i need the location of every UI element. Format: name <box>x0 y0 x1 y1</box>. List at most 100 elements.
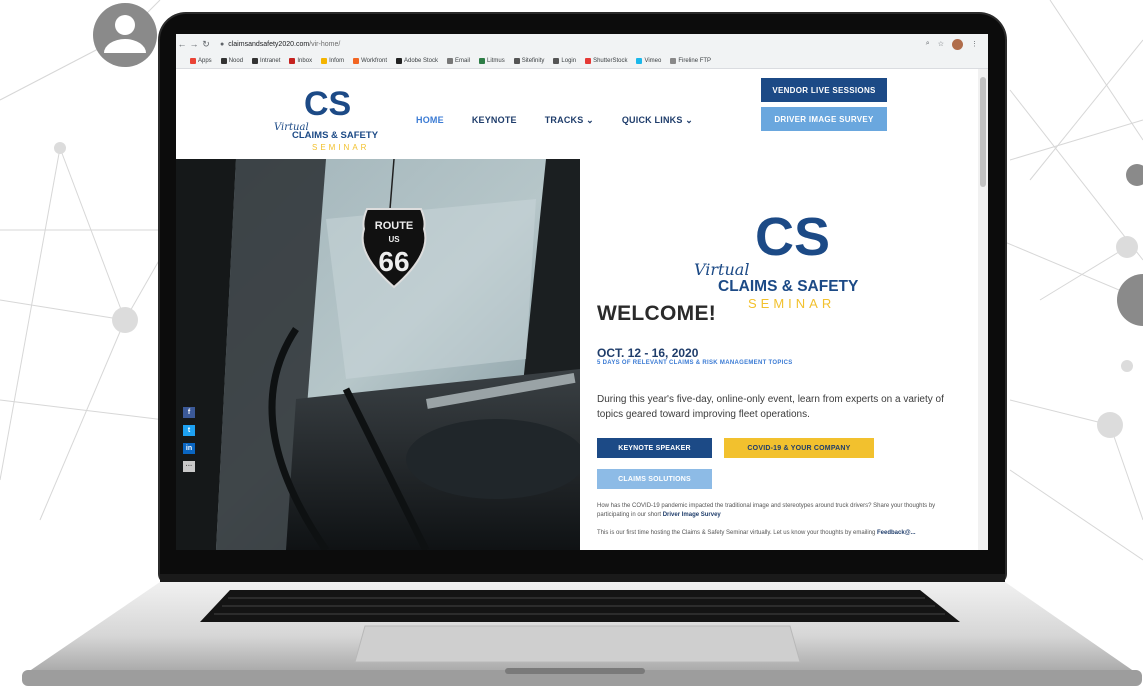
bookmark-item[interactable]: Email <box>447 58 470 64</box>
bookmark-label: Inbox <box>297 58 313 64</box>
logo-script-large: Virtual <box>694 260 749 279</box>
bookmark-favicon-icon <box>396 58 402 64</box>
bookmark-favicon-icon <box>447 58 454 64</box>
bookmark-label: Apps <box>198 58 212 64</box>
seminar-logo: CS Virtual CLAIMS & SAFETY SEMINAR <box>694 207 859 311</box>
bookmark-item[interactable]: Vimeo <box>636 58 661 64</box>
logo-line2: SEMINAR <box>312 143 369 152</box>
nav-keynote[interactable]: KEYNOTE <box>472 115 517 126</box>
user-avatar-icon <box>93 3 157 67</box>
bookmark-favicon-icon <box>289 58 296 64</box>
bookmark-favicon-icon <box>636 58 643 64</box>
feedback-note-text: This is our first time hosting the Claim… <box>597 530 876 536</box>
browser-toolbar: ← → ↻ ● claimsandsafety2020.com/vir-home… <box>176 34 988 54</box>
welcome-heading: WELCOME! <box>597 302 717 325</box>
bookmark-favicon-icon <box>585 58 592 64</box>
bookmark-favicon-icon <box>553 58 560 64</box>
bookmark-item[interactable]: Adobe Stock <box>396 58 438 64</box>
logo-line1: CLAIMS & SAFETY <box>292 130 379 141</box>
bookmark-label: ShutterStock <box>593 58 628 64</box>
driver-image-survey-button[interactable]: DRIVER IMAGE SURVEY <box>761 107 887 131</box>
scrollbar-thumb[interactable] <box>980 77 986 187</box>
bookmark-label: Sitefinity <box>521 58 545 64</box>
more-share-icon[interactable]: ··· <box>183 461 195 472</box>
bookmark-item[interactable]: Nood <box>220 58 244 64</box>
logo-line2-large: SEMINAR <box>748 296 835 311</box>
profile-avatar-icon[interactable] <box>952 38 963 50</box>
welcome-panel: CS Virtual CLAIMS & SAFETY SEMINAR WELCO… <box>580 159 978 550</box>
bookmark-label: Workfront <box>361 58 387 64</box>
bookmark-label: Login <box>561 58 577 64</box>
back-icon[interactable]: ← <box>176 39 188 49</box>
bookmark-favicon-icon <box>190 58 196 64</box>
bookmark-favicon-icon <box>353 58 360 64</box>
logo-monogram: CS <box>304 85 351 123</box>
reload-icon[interactable]: ↻ <box>200 39 212 50</box>
sign-66: 66 <box>378 246 409 277</box>
bookmark-label: Fireline FTP <box>678 58 712 64</box>
logo-monogram-large: CS <box>755 207 830 267</box>
laptop-keyboard-deck <box>22 574 1142 686</box>
bookmark-label: Email <box>455 58 471 64</box>
nav-home[interactable]: HOME <box>416 115 444 126</box>
hero-image: ROUTE US 66 f t in ··· <box>176 159 580 550</box>
linkedin-share-icon[interactable]: in <box>183 443 195 454</box>
covid-company-button[interactable]: COVID-19 & YOUR COMPANY <box>724 438 874 458</box>
star-icon[interactable]: ☆ <box>938 40 944 48</box>
bookmark-favicon-icon <box>321 58 328 64</box>
bookmark-item[interactable]: Sitefinity <box>513 58 545 64</box>
bookmarks-bar: Apps Nood Intranet Inbox Infom Workfront Adobe… <box>176 54 988 69</box>
bookmark-label: Nood <box>228 58 244 64</box>
driver-survey-link[interactable]: Driver Image Survey <box>663 512 721 518</box>
address-bar[interactable]: ● claimsandsafety2020.com/vir-home/ <box>220 41 340 48</box>
event-dates: OCT. 12 - 16, 2020 <box>597 346 699 360</box>
bookmark-label: Intranet <box>260 58 281 64</box>
browser-window: ← → ↻ ● claimsandsafety2020.com/vir-home… <box>176 34 988 550</box>
bookmark-item[interactable]: Intranet <box>252 58 280 64</box>
bookmark-label: Infom <box>329 58 345 64</box>
bookmark-favicon-icon <box>252 58 259 64</box>
bookmark-item[interactable]: Apps <box>190 58 212 64</box>
page-scrollbar[interactable] <box>978 69 988 550</box>
url-domain: claimsandsafety2020.com <box>228 40 310 48</box>
bookmark-item[interactable]: Litmus <box>479 58 505 64</box>
vendor-live-sessions-button[interactable]: VENDOR LIVE SESSIONS <box>761 78 887 102</box>
nav-quick-links[interactable]: QUICK LINKS ⌄ <box>622 115 693 126</box>
nav-tracks[interactable]: TRACKS ⌄ <box>545 115 594 126</box>
url-path: /vir-home/ <box>309 40 341 48</box>
claims-solutions-button[interactable]: CLAIMS SOLUTIONS <box>597 469 712 489</box>
lock-icon: ● <box>220 40 225 48</box>
bookmark-favicon-icon <box>670 58 677 64</box>
bookmark-item[interactable]: Fireline FTP <box>670 58 711 64</box>
intro-paragraph: During this year's five-day, online-only… <box>597 394 944 420</box>
survey-note: How has the COVID-19 pandemic impacted t… <box>597 502 957 520</box>
sign-route: ROUTE <box>375 220 414 232</box>
twitter-share-icon[interactable]: t <box>183 425 195 436</box>
site-header: CS Virtual CLAIMS & SAFETY SEMINAR HOME … <box>176 69 988 160</box>
event-subtitle: 5 DAYS OF RELEVANT CLAIMS & RISK MANAGEM… <box>597 360 793 366</box>
bookmark-item[interactable]: Inbox <box>289 58 312 64</box>
facebook-share-icon[interactable]: f <box>183 407 195 418</box>
search-icon[interactable]: ⌕ <box>926 40 930 48</box>
bookmark-item[interactable]: Login <box>553 58 576 64</box>
bookmark-favicon-icon <box>479 58 486 64</box>
bookmark-item[interactable]: Infom <box>321 58 344 64</box>
keynote-speaker-button[interactable]: KEYNOTE SPEAKER <box>597 438 712 458</box>
forward-icon[interactable]: → <box>188 39 200 49</box>
feedback-note: This is our first time hosting the Claim… <box>597 529 957 538</box>
menu-dots-icon[interactable]: ⋮ <box>971 40 978 48</box>
trackpad[interactable] <box>354 625 801 663</box>
bookmark-label: Vimeo <box>644 58 662 64</box>
bookmark-item[interactable]: Workfront <box>353 58 387 64</box>
sign-us: US <box>388 235 400 244</box>
bookmark-item[interactable]: ShutterStock <box>585 58 627 64</box>
logo-line1-large: CLAIMS & SAFETY <box>718 278 859 295</box>
feedback-email-link[interactable]: Feedback@... <box>877 530 916 536</box>
bookmark-label: Litmus <box>487 58 505 64</box>
bookmark-label: Adobe Stock <box>404 58 439 64</box>
main-nav: HOME KEYNOTE TRACKS ⌄ QUICK LINKS ⌄ <box>416 115 693 126</box>
bookmark-favicon-icon <box>513 58 520 64</box>
survey-note-text: How has the COVID-19 pandemic impacted t… <box>597 503 936 518</box>
bookmark-favicon-icon <box>220 58 227 64</box>
site-logo[interactable]: CS Virtual CLAIMS & SAFETY SEMINAR <box>272 75 402 155</box>
